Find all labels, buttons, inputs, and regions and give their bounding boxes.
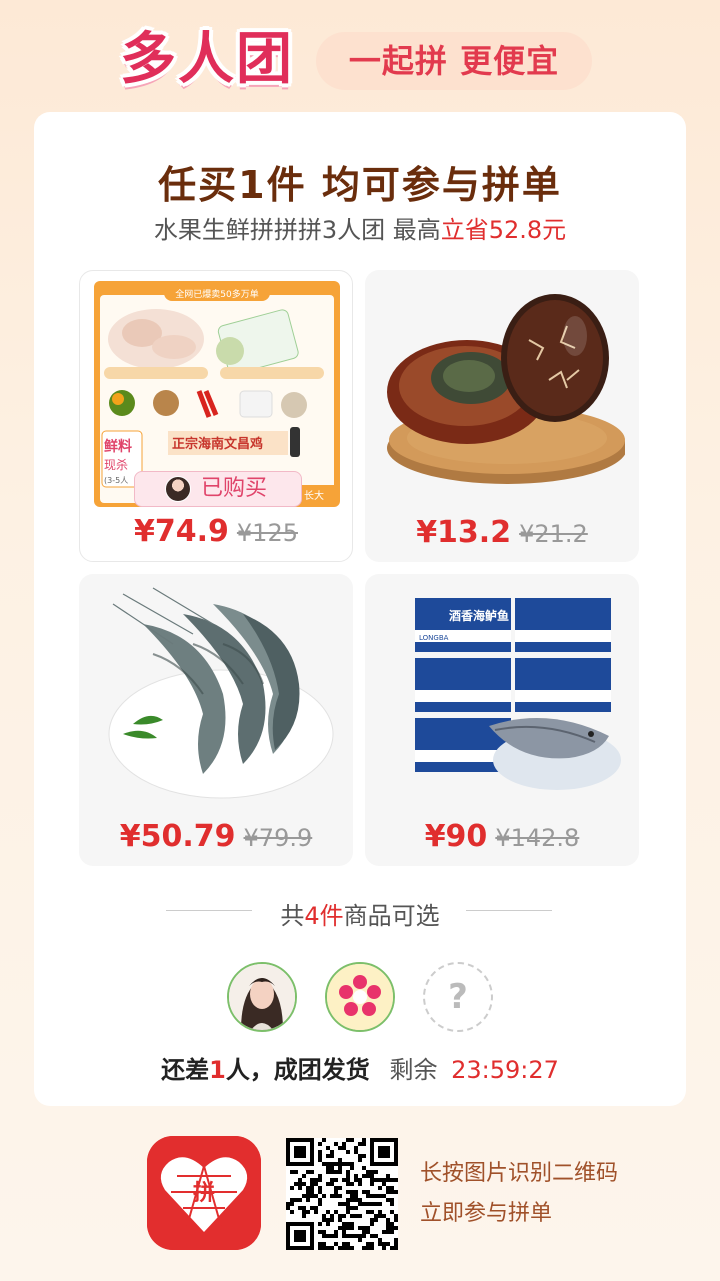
count-suffix: 商品可选 [343,902,440,930]
remain-label: 剩余 [389,1056,438,1084]
chicken-tag-3: (3-5人 [104,476,128,485]
footer-instructions: 长按图片识别二维码 立即参与拼单 [420,1154,618,1234]
buyer-avatar [165,476,191,502]
page-title: 任买1件 均可参与拼单 [158,163,562,207]
original-price: ¥142.8 [495,824,580,852]
price: ¥74.9 [134,514,229,549]
group-status: 还差1人，成团发货 剩余 23:59:27 [34,1050,686,1085]
logo: 多人团 [120,27,294,92]
qr-code[interactable] [286,1138,398,1250]
product-card-shrimp[interactable]: ¥50.79 ¥79.9 [79,574,353,866]
flower-avatar-image [327,964,393,1030]
original-price: ¥79.9 [243,824,313,852]
footer-line-2: 立即参与拼单 [420,1201,553,1226]
countdown-timer: 23:59:27 [451,1056,559,1084]
saving-highlight: 立省52.8元 [440,216,567,244]
price: ¥50.79 [119,819,236,854]
chicken-tag-4: 长大 [304,489,324,502]
original-price: ¥21.2 [519,520,588,548]
pinduoduo-app-icon: 拼 [147,1136,261,1250]
box-code: LONGBA [419,634,449,642]
subtitle-text: 水果生鲜拼拼拼3人团 最高 [153,216,441,244]
price-row: ¥50.79 ¥79.9 [79,819,353,854]
member-avatar-2 [325,962,395,1032]
price-row: ¥13.2 ¥21.2 [365,515,639,550]
group-buy-card: 任买1件 均可参与拼单 水果生鲜拼拼拼3人团 最高立省52.8元 全网已爆卖50… [34,112,686,1106]
price: ¥90 [424,819,488,854]
box-label: 酒香海鲈鱼 [449,608,509,623]
item-count: 共4件商品可选 [34,896,686,931]
bought-label: 已购买 [201,476,268,501]
chicken-tag-1: 鲜料 [104,438,132,455]
member-avatar-1 [227,962,297,1032]
price-row: ¥74.9 ¥125 [80,514,352,549]
count-number: 4件 [304,902,344,930]
divider-right [466,910,552,911]
original-price: ¥125 [236,519,298,547]
qr-code-image [286,1138,398,1250]
header: 多人团 一起拼 更便宜 [0,0,720,110]
subtitle: 水果生鲜拼拼拼3人团 最高立省52.8元 [34,210,686,245]
need-suffix: 人，成团发货 [225,1056,370,1084]
count-prefix: 共 [280,902,305,930]
preserved-egg-image [387,294,625,484]
price: ¥13.2 [416,515,512,550]
shrimp-image [108,587,334,799]
empty-slot: ? [423,962,493,1032]
bought-badge: 已购买 [134,471,302,507]
need-prefix: 还差 [161,1056,210,1084]
need-number: 1 [209,1056,226,1084]
slogan-badge: 一起拼 更便宜 [316,32,592,90]
need-text: 还差1人，成团发货 [161,1056,370,1084]
chicken-banner-text: 全网已爆卖50多万单 [175,288,258,300]
product-card-egg[interactable]: ¥13.2 ¥21.2 [365,270,639,562]
chicken-title-text: 正宗海南文昌鸡 [172,436,263,452]
product-card-seabass[interactable]: 酒香海鲈鱼 LONGBA ¥90 ¥142.8 [365,574,639,866]
group-members: ? [34,962,686,1034]
divider-left [166,910,252,911]
footer-line-1: 长按图片识别二维码 [420,1161,619,1186]
app-logo-graphic: 拼 [147,1136,261,1250]
chicken-tag-2: 现杀 [104,457,128,472]
sea-bass-image: 酒香海鲈鱼 LONGBA [415,598,621,790]
price-row: ¥90 ¥142.8 [365,819,639,854]
girl-avatar-image [229,964,295,1030]
app-icon-text: 拼 [193,1180,215,1206]
product-card-chicken[interactable]: 全网已爆卖50多万单 鲜料 现杀 (3-5人 正宗海南文昌鸡 长大 已购买 ¥7… [79,270,353,562]
fish-box: 酒香海鲈鱼 LONGBA [415,598,511,652]
